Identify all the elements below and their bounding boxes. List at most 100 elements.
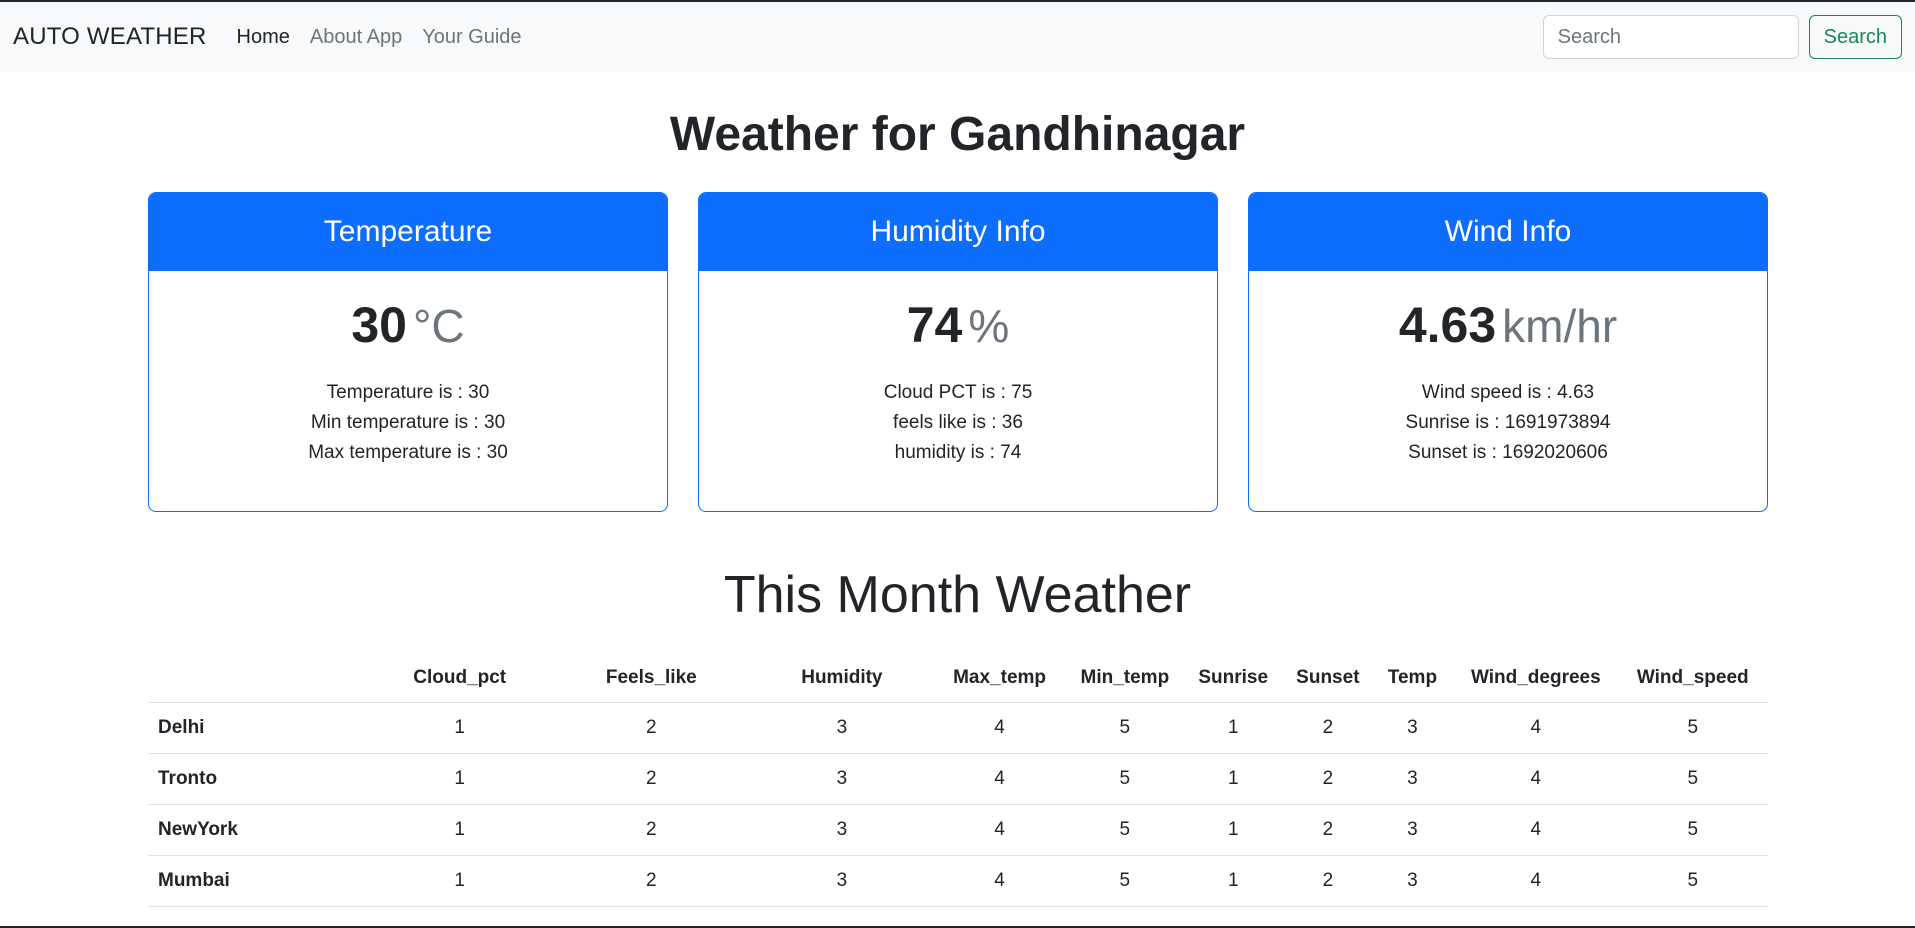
table-cell: 3 xyxy=(752,702,931,754)
card-details: Temperature is : 30 Min temperature is :… xyxy=(149,378,667,468)
table-cell: 4 xyxy=(930,804,1069,856)
wind-card: Wind Info 4.63 km/hr Wind speed is : 4.63… xyxy=(1248,192,1768,512)
table-cell: 1 xyxy=(1181,804,1285,856)
table-cell: 4 xyxy=(1454,753,1618,805)
table-cell: 5 xyxy=(1617,702,1768,754)
table-cell: 3 xyxy=(1370,804,1455,856)
table-cell: 5 xyxy=(1068,855,1182,907)
table-cell: 2 xyxy=(549,855,753,907)
humidity-unit: % xyxy=(968,300,1010,352)
table-header-cell: Feels_like xyxy=(549,654,753,703)
table-cell: 4 xyxy=(930,855,1069,907)
humidity-value: 74 xyxy=(906,297,963,353)
wind-unit: km/hr xyxy=(1502,300,1618,352)
table-row: Mumbai 1 2 3 4 5 1 2 3 4 5 xyxy=(148,855,1768,907)
table-cell: 2 xyxy=(1284,804,1371,856)
table-cell: 5 xyxy=(1068,753,1182,805)
weather-cards: Temperature 30 °C Temperature is : 30 Min… xyxy=(148,192,1768,512)
row-city: Tronto xyxy=(148,753,370,805)
table-cell: 5 xyxy=(1617,753,1768,805)
table-body: Delhi 1 2 3 4 5 1 2 3 4 5 Tronto 1 2 3 4… xyxy=(148,702,1768,907)
nav-link-your-guide[interactable]: Your Guide xyxy=(422,26,521,49)
detail-line: Max temperature is : 30 xyxy=(308,442,508,463)
table-cell: 5 xyxy=(1068,804,1182,856)
row-city: Mumbai xyxy=(148,855,370,907)
detail-line: Sunset is : 1692020606 xyxy=(1408,442,1608,463)
table-head: Cloud_pct Feels_like Humidity Max_temp M… xyxy=(148,654,1768,703)
table-header-cell: Wind_degrees xyxy=(1454,654,1618,703)
table-row: Delhi 1 2 3 4 5 1 2 3 4 5 xyxy=(148,702,1768,754)
card-body: 74% Cloud PCT is : 75 feels like is : 36… xyxy=(699,271,1217,468)
table-cell: 3 xyxy=(1370,753,1455,805)
card-body: 30 °C Temperature is : 30 Min temperature… xyxy=(149,271,667,468)
detail-line: Temperature is : 30 xyxy=(326,382,490,403)
card-body: 4.63 km/hr Wind speed is : 4.63 Sunrise i… xyxy=(1249,271,1767,468)
table-cell: 5 xyxy=(1068,702,1182,754)
humidity-card: Humidity Info 74% Cloud PCT is : 75 feel… xyxy=(698,192,1218,512)
table-cell: 1 xyxy=(369,855,550,907)
table-cell: 1 xyxy=(369,702,550,754)
temperature-card: Temperature 30 °C Temperature is : 30 Min… xyxy=(148,192,668,512)
table-cell: 4 xyxy=(930,753,1069,805)
row-city: NewYork xyxy=(148,804,370,856)
row-city: Delhi xyxy=(148,702,370,754)
wind-value: 4.63 xyxy=(1398,297,1497,353)
weather-table: Cloud_pct Feels_like Humidity Max_temp M… xyxy=(148,654,1768,907)
table-cell: 3 xyxy=(1370,702,1455,754)
navbar: AUTO WEATHER Home About App Your Guide S… xyxy=(0,2,1915,72)
table-header-row: Cloud_pct Feels_like Humidity Max_temp M… xyxy=(148,654,1768,703)
table-cell: 5 xyxy=(1617,855,1768,907)
table-header-cell: Max_temp xyxy=(930,654,1069,703)
table-cell: 4 xyxy=(1454,804,1618,856)
table-cell: 2 xyxy=(1284,753,1371,805)
table-row: NewYork 1 2 3 4 5 1 2 3 4 5 xyxy=(148,804,1768,856)
temperature-value-row: 30 °C xyxy=(149,295,667,356)
table-header-cell: Sunrise xyxy=(1181,654,1285,703)
temperature-unit: °C xyxy=(413,300,465,352)
table-cell: 2 xyxy=(549,804,753,856)
detail-line: Wind speed is : 4.63 xyxy=(1421,382,1595,403)
table-cell: 1 xyxy=(1181,753,1285,805)
table-cell: 1 xyxy=(1181,702,1285,754)
table-cell: 2 xyxy=(1284,855,1371,907)
table-header-cell: Sunset xyxy=(1284,654,1371,703)
table-cell: 4 xyxy=(930,702,1069,754)
card-details: Cloud PCT is : 75 feels like is : 36 hum… xyxy=(699,378,1217,468)
table-cell: 5 xyxy=(1617,804,1768,856)
table-cell: 2 xyxy=(549,753,753,805)
table-header-cell: Wind_speed xyxy=(1617,654,1768,703)
table-header-cell: Humidity xyxy=(752,654,931,703)
detail-line: Min temperature is : 30 xyxy=(310,412,506,433)
table-cell: 3 xyxy=(752,753,931,805)
detail-line: Cloud PCT is : 75 xyxy=(883,382,1033,403)
table-cell: 1 xyxy=(369,753,550,805)
table-cell: 4 xyxy=(1454,702,1618,754)
table-cell: 3 xyxy=(1370,855,1455,907)
nav-link-home[interactable]: Home xyxy=(237,26,290,49)
table-header-cell: Cloud_pct xyxy=(369,654,550,703)
table-header-cell: Min_temp xyxy=(1068,654,1182,703)
page-title: Weather for Gandhinagar xyxy=(669,108,1246,161)
nav-link-about-app[interactable]: About App xyxy=(310,26,402,49)
wind-value-row: 4.63 km/hr xyxy=(1249,295,1767,356)
table-cell: 4 xyxy=(1454,855,1618,907)
table-cell: 2 xyxy=(1284,702,1371,754)
table-header-cell xyxy=(148,654,370,703)
card-details: Wind speed is : 4.63 Sunrise is : 169197… xyxy=(1249,378,1767,468)
table-cell: 1 xyxy=(1181,855,1285,907)
detail-line: feels like is : 36 xyxy=(893,412,1023,433)
table-row: Tronto 1 2 3 4 5 1 2 3 4 5 xyxy=(148,753,1768,805)
detail-line: humidity is : 74 xyxy=(894,442,1022,463)
table-cell: 1 xyxy=(369,804,550,856)
card-header: Wind Info xyxy=(1249,193,1767,271)
search-button[interactable]: Search xyxy=(1808,15,1902,59)
table-cell: 3 xyxy=(752,855,931,907)
temperature-value: 30 xyxy=(351,297,407,353)
humidity-value-row: 74% xyxy=(699,295,1217,356)
card-header: Temperature xyxy=(149,193,667,271)
search-input[interactable] xyxy=(1542,15,1799,59)
card-header: Humidity Info xyxy=(699,193,1217,271)
table-cell: 3 xyxy=(752,804,931,856)
detail-line: Sunrise is : 1691973894 xyxy=(1405,412,1611,433)
brand-logo[interactable]: AUTO WEATHER xyxy=(13,23,207,51)
